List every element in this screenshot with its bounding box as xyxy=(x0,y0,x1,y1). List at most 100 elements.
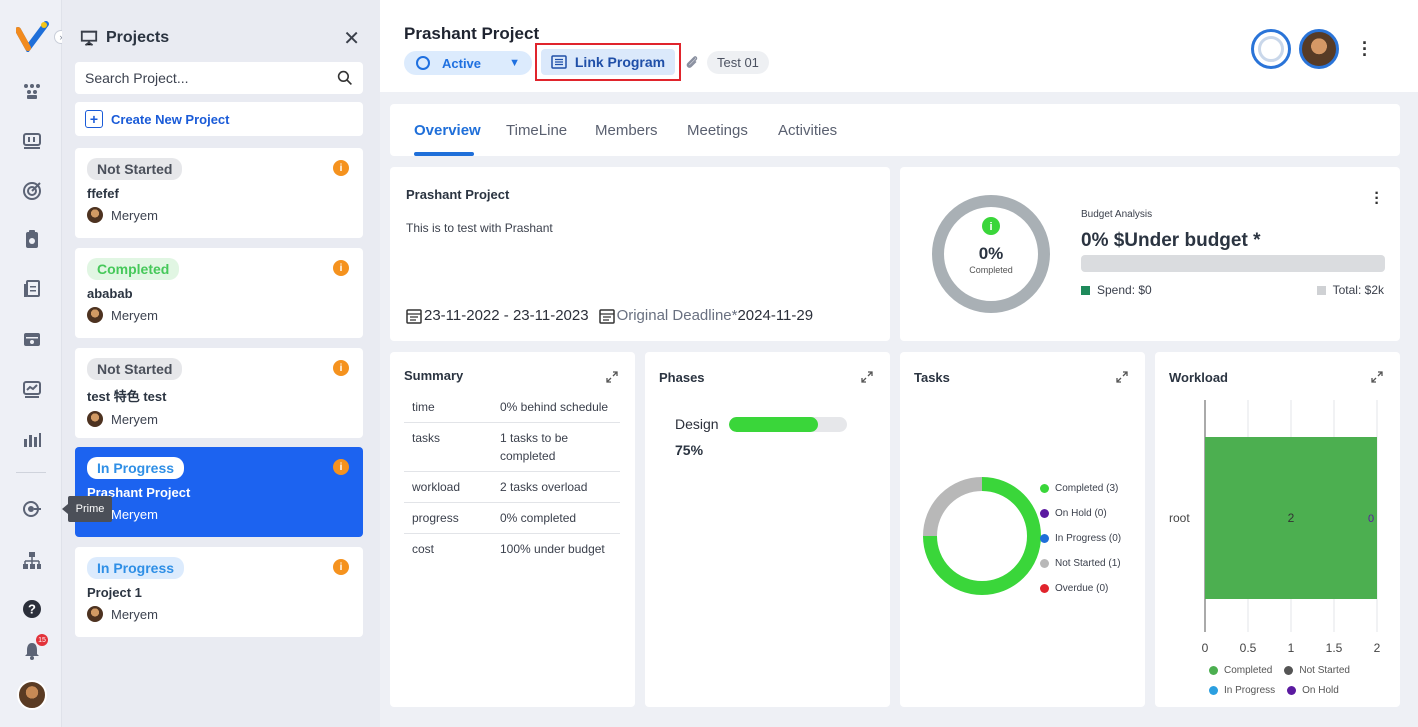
phase-percent: 75% xyxy=(675,442,704,458)
project-tag[interactable]: Test 01 xyxy=(707,51,769,74)
hierarchy-icon[interactable] xyxy=(21,550,43,572)
prime-tooltip: Prime xyxy=(62,496,112,522)
chevron-down-icon: ▼ xyxy=(509,57,520,69)
project-card-selected[interactable]: In Progress i Prashant Project Meryem xyxy=(75,447,363,537)
project-owner: Meryem xyxy=(87,506,351,522)
expand-icon[interactable] xyxy=(1115,370,1129,384)
info-icon[interactable]: i xyxy=(333,160,349,176)
x-tick-label: 1 xyxy=(1288,641,1295,655)
clipboard-icon[interactable] xyxy=(21,228,43,250)
expand-icon[interactable] xyxy=(860,370,874,384)
y-category-label: root xyxy=(1169,511,1190,525)
x-tick-label: 1.5 xyxy=(1326,641,1343,655)
budget-bar xyxy=(1081,255,1385,272)
tasks-title: Tasks xyxy=(914,370,950,385)
expand-icon[interactable] xyxy=(605,370,619,384)
info-icon[interactable]: i xyxy=(333,559,349,575)
project-card[interactable]: Not Started i ffefef Meryem xyxy=(75,148,363,238)
budget-headline: 0% $Under budget * xyxy=(1081,230,1261,251)
tasks-legend: Completed (3) On Hold (0) In Progress (0… xyxy=(1040,476,1121,601)
status-badge: Not Started xyxy=(87,358,183,380)
budget-analysis-label: Budget Analysis xyxy=(1081,209,1153,220)
project-card[interactable]: Completed i ababab Meryem xyxy=(75,248,363,338)
calendar-icon xyxy=(406,308,422,324)
tab-meetings[interactable]: Meetings xyxy=(687,122,748,139)
project-search xyxy=(75,62,363,94)
legend-item: Not Started (1) xyxy=(1040,551,1121,576)
budget-card: i 0% Completed Budget Analysis 0% $Under… xyxy=(900,167,1400,341)
x-tick-label: 2 xyxy=(1374,641,1381,655)
budget-total: Total: $2k xyxy=(1316,283,1384,297)
project-card[interactable]: Not Started i test 特色 test Meryem xyxy=(75,348,363,438)
info-icon[interactable]: i xyxy=(333,260,349,276)
team-icon[interactable] xyxy=(21,80,43,102)
project-name: ababab xyxy=(87,286,133,301)
meeting-icon[interactable] xyxy=(21,328,43,350)
description-card: Prashant Project This is to test with Pr… xyxy=(390,167,890,341)
help-icon[interactable]: ? xyxy=(21,598,43,620)
phases-title: Phases xyxy=(659,370,705,385)
close-icon[interactable]: ✕ xyxy=(343,26,360,51)
link-program-highlight: Link Program xyxy=(535,43,681,81)
target-icon[interactable] xyxy=(21,180,43,202)
x-tick-label: 0 xyxy=(1202,641,1209,655)
bar-value-label: 2 xyxy=(1288,511,1295,525)
link-program-button[interactable]: Link Program xyxy=(540,49,676,75)
account-manager-avatar[interactable] xyxy=(1251,29,1291,69)
legend-item: On Hold (0) xyxy=(1040,501,1121,526)
bar-chart-icon[interactable] xyxy=(21,428,43,450)
status-badge: In Progress xyxy=(87,557,185,579)
calendar-icon xyxy=(598,308,615,324)
bar-zero-label: 0 xyxy=(1368,513,1374,525)
workload-widget: Workload 0 0.5 1 1.5 2 2 0 root Completed Not St… xyxy=(1155,352,1400,707)
attachment-icon[interactable] xyxy=(684,54,700,70)
table-row: cost 100% under budget xyxy=(412,542,605,556)
table-row: progress 0% completed xyxy=(404,502,620,534)
tasks-donut-chart xyxy=(923,477,1041,595)
owner-avatar xyxy=(87,207,103,223)
status-badge: Not Started xyxy=(87,158,183,180)
project-card[interactable]: In Progress i Project 1 Meryem xyxy=(75,547,363,637)
status-badge: Completed xyxy=(87,258,180,280)
project-name: test 特色 test xyxy=(87,389,167,404)
project-name: Project 1 xyxy=(87,585,142,600)
project-dates: 23-11-2022 - 23-11-2023 Original Deadlin… xyxy=(406,307,813,324)
info-icon[interactable]: i xyxy=(333,459,349,475)
svg-text:i: i xyxy=(989,221,992,233)
svg-text:?: ? xyxy=(28,602,36,617)
tab-bar: Overview TimeLine Members Meetings Activ… xyxy=(390,104,1400,156)
app-logo[interactable] xyxy=(16,20,50,52)
create-project-label: Create New Project xyxy=(111,111,230,127)
budget-more-icon[interactable]: · · · xyxy=(1374,186,1380,212)
tab-members[interactable]: Members xyxy=(595,122,658,139)
search-icon[interactable] xyxy=(337,70,353,86)
expand-icon[interactable] xyxy=(1370,370,1384,384)
project-manager-avatar[interactable] xyxy=(1299,29,1339,69)
status-ring-icon xyxy=(416,56,430,70)
more-options-icon[interactable]: · · · xyxy=(1362,34,1368,64)
summary-widget: Summary time 0% behind schedule tasks 1 ta… xyxy=(390,352,635,707)
tab-timeline[interactable]: TimeLine xyxy=(506,122,567,139)
user-avatar[interactable] xyxy=(17,680,47,710)
project-owner: Meryem xyxy=(87,307,351,323)
create-project-button[interactable]: + Create New Project xyxy=(75,102,363,136)
project-name: Prashant Project xyxy=(87,485,191,500)
projects-title: Projects xyxy=(106,29,170,46)
board-icon[interactable] xyxy=(21,130,43,152)
icon-rail: › Prime ? 15 xyxy=(0,0,112,727)
legend-item: Completed (3) xyxy=(1040,476,1121,501)
owner-avatar xyxy=(87,606,103,622)
summary-table: time 0% behind schedule tasks 1 tasks to b… xyxy=(404,392,620,564)
trend-icon[interactable] xyxy=(21,378,43,400)
status-dropdown[interactable]: Active ▼ xyxy=(404,51,532,75)
legend-item: Not Started xyxy=(1284,665,1350,676)
prime-icon[interactable] xyxy=(21,498,43,520)
owner-avatar xyxy=(87,411,103,427)
phase-name: Design xyxy=(675,416,719,432)
owner-avatar xyxy=(87,307,103,323)
documents-icon[interactable] xyxy=(21,278,43,300)
tab-overview[interactable]: Overview xyxy=(414,122,481,139)
info-icon[interactable]: i xyxy=(333,360,349,376)
tab-activities[interactable]: Activities xyxy=(778,122,837,139)
search-input[interactable] xyxy=(85,70,337,86)
